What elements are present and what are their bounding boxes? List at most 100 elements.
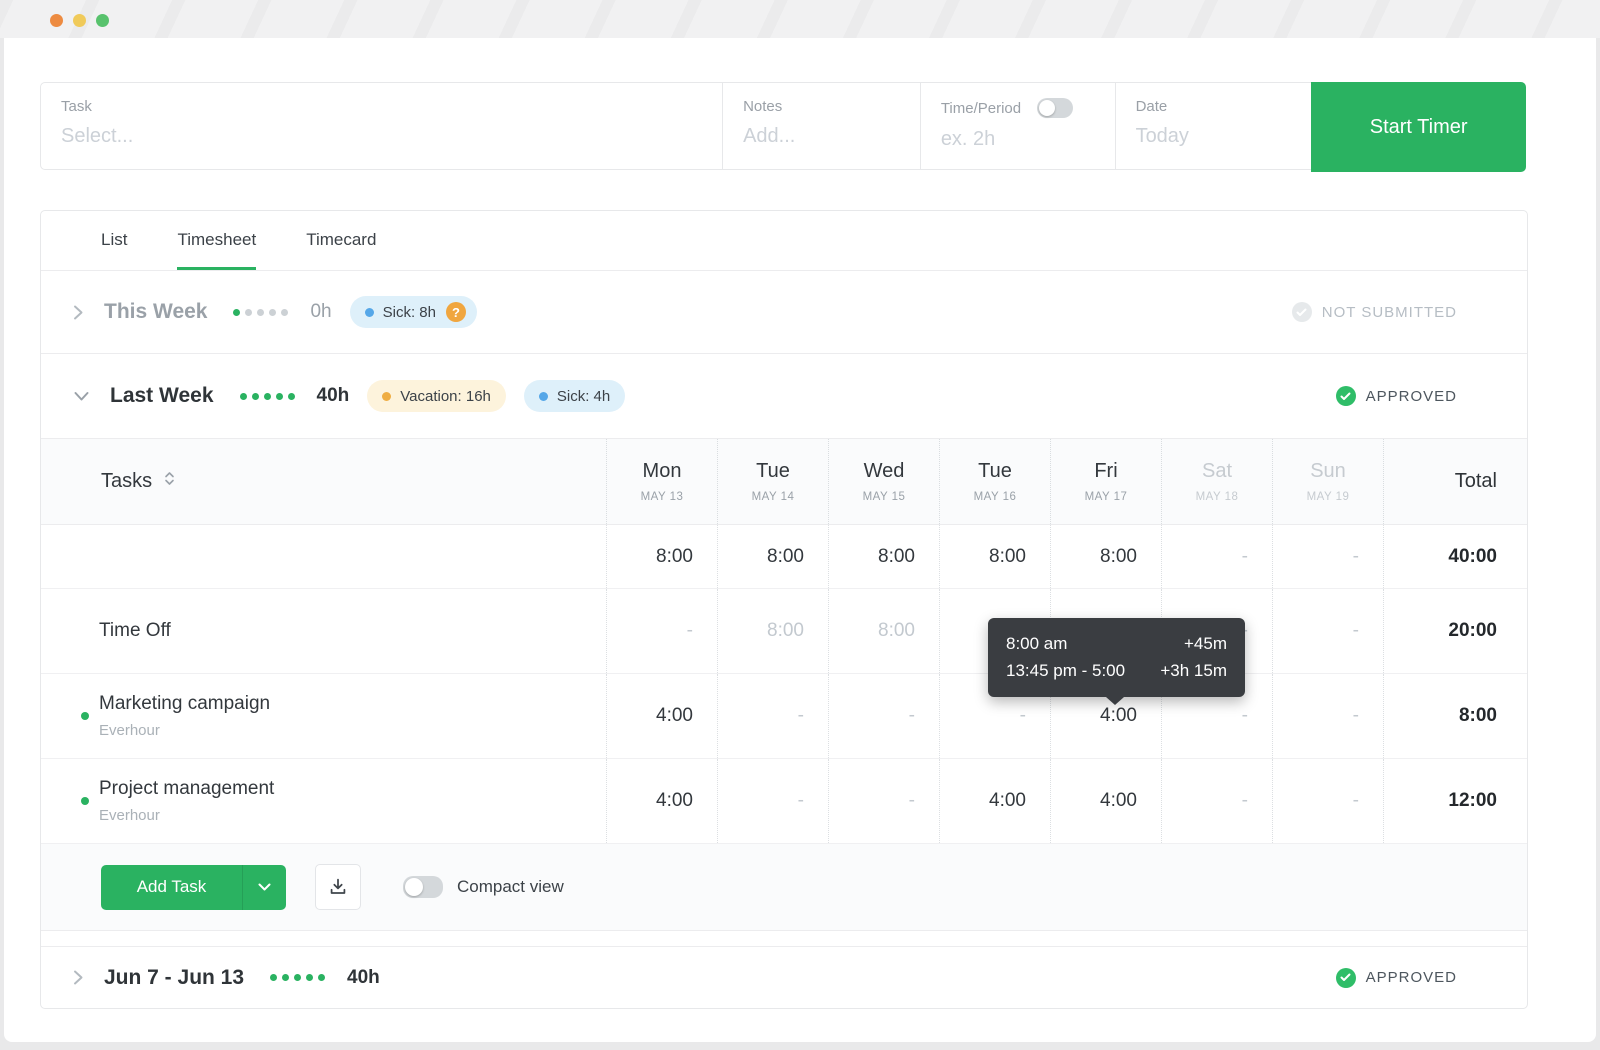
window-minimize-button[interactable] — [73, 14, 86, 27]
sick-badge-label: Sick: 8h — [383, 304, 436, 321]
compact-view-toggle[interactable] — [403, 876, 443, 898]
orange-dot-icon — [382, 392, 391, 401]
task-name[interactable]: Marketing campaign — [99, 693, 270, 715]
time-cell[interactable]: 4:00 — [606, 759, 717, 843]
time-cell[interactable]: - — [828, 759, 939, 843]
tooltip-time-range: 13:45 pm - 5:00 — [1006, 657, 1125, 684]
chevron-down-icon[interactable] — [73, 391, 90, 402]
day-name: Tue — [756, 460, 790, 483]
day-dot — [318, 974, 325, 981]
day-dot — [281, 309, 288, 316]
status-label: NOT SUBMITTED — [1322, 304, 1457, 321]
day-dot — [276, 393, 283, 400]
time-period-toggle[interactable] — [1037, 98, 1073, 118]
timesheet-table-header: Tasks Mon MAY 13 Tue MAY 14 Wed MAY 15 — [41, 439, 1527, 525]
time-cell[interactable]: - — [1272, 674, 1383, 758]
total-cell: 8:00 — [1383, 674, 1527, 758]
time-cell[interactable]: 4:00 — [1050, 759, 1161, 843]
task-select-input[interactable]: Select... — [61, 125, 722, 148]
vacation-badge[interactable]: Vacation: 16h — [367, 380, 506, 412]
day-dot — [257, 309, 264, 316]
time-cell: 8:00 — [939, 525, 1050, 588]
desktop-background: Task Select... Notes Add... Time/Period … — [0, 0, 1600, 1050]
add-task-dropdown-button[interactable] — [242, 865, 286, 910]
day-column-header: Sun MAY 19 — [1272, 439, 1383, 524]
tab-timecard[interactable]: Timecard — [306, 211, 376, 270]
day-name: Fri — [1094, 460, 1117, 483]
titlebar-texture — [0, 0, 1600, 38]
time-cell[interactable]: - — [717, 759, 828, 843]
time-period-field[interactable]: Time/Period ex. 2h — [920, 83, 1115, 169]
date-field[interactable]: Date Today — [1115, 83, 1312, 169]
task-name[interactable]: Project management — [99, 778, 274, 800]
tab-list[interactable]: List — [101, 211, 127, 270]
chevron-right-icon[interactable] — [73, 969, 84, 986]
total-cell: 12:00 — [1383, 759, 1527, 843]
time-cell[interactable]: - — [1161, 759, 1272, 843]
add-task-button[interactable]: Add Task — [101, 865, 242, 910]
window-zoom-button[interactable] — [96, 14, 109, 27]
tab-timesheet[interactable]: Timesheet — [177, 211, 256, 270]
check-circle-icon — [1292, 302, 1312, 322]
day-dot — [294, 974, 301, 981]
day-dot — [264, 393, 271, 400]
time-cell: 8:00 — [606, 525, 717, 588]
view-tabs: List Timesheet Timecard — [41, 211, 1527, 271]
project-dot-icon — [81, 712, 89, 720]
day-date: MAY 19 — [1307, 491, 1350, 503]
time-cell[interactable]: 8:00 — [828, 589, 939, 673]
task-cell[interactable]: Marketing campaign Everhour — [41, 674, 606, 758]
timesheet-card: List Timesheet Timecard This Week 0h Sic… — [40, 210, 1528, 1009]
add-task-split-button[interactable]: Add Task — [101, 865, 286, 910]
notes-input[interactable]: Add... — [743, 125, 920, 148]
day-name: Wed — [864, 460, 905, 483]
check-circle-icon — [1336, 386, 1356, 406]
time-cell[interactable]: - — [828, 674, 939, 758]
week-row-this-week[interactable]: This Week 0h Sick: 8h ? NOT SUBMITTED — [41, 271, 1527, 354]
time-cell: 8:00 — [717, 525, 828, 588]
week-title: Jun 7 - Jun 13 — [104, 966, 244, 990]
row-spacer — [41, 931, 1527, 946]
day-date: MAY 16 — [974, 491, 1017, 503]
window-close-button[interactable] — [50, 14, 63, 27]
status-label: APPROVED — [1366, 969, 1457, 986]
time-cell[interactable]: - — [1272, 589, 1383, 673]
blue-dot-icon — [365, 308, 374, 317]
week-status: APPROVED — [1336, 386, 1457, 406]
day-dot — [233, 309, 240, 316]
total-cell: 20:00 — [1383, 589, 1527, 673]
status-label: APPROVED — [1366, 388, 1457, 405]
notes-field[interactable]: Notes Add... — [722, 83, 920, 169]
sick-badge[interactable]: Sick: 4h — [524, 380, 625, 412]
week-hours: 40h — [317, 385, 350, 407]
time-cell[interactable]: - — [717, 674, 828, 758]
time-period-input[interactable]: ex. 2h — [941, 128, 1115, 151]
sort-icon[interactable] — [164, 470, 175, 493]
compact-view-label: Compact view — [457, 877, 564, 897]
time-cell[interactable]: - — [606, 589, 717, 673]
app-window: Task Select... Notes Add... Time/Period … — [4, 38, 1596, 1042]
task-field[interactable]: Task Select... — [41, 83, 722, 169]
date-input[interactable]: Today — [1136, 125, 1312, 148]
chevron-right-icon[interactable] — [73, 304, 84, 321]
time-cell[interactable]: 4:00 — [939, 759, 1050, 843]
week-row-last-week[interactable]: Last Week 40h Vacation: 16h Sick: 4h — [41, 354, 1527, 439]
day-name: Sat — [1202, 460, 1232, 483]
tasks-header-label: Tasks — [101, 470, 152, 493]
time-cell[interactable]: 8:00 — [717, 589, 828, 673]
time-cell[interactable]: 4:00 — [606, 674, 717, 758]
time-cell: 8:00 — [828, 525, 939, 588]
week-status: APPROVED — [1336, 968, 1457, 988]
day-dot — [282, 974, 289, 981]
sick-badge[interactable]: Sick: 8h ? — [350, 296, 477, 328]
project-dot-icon — [81, 797, 89, 805]
project-name: Everhour — [99, 807, 274, 824]
time-cell[interactable]: - — [1272, 759, 1383, 843]
tooltip-start-time: 8:00 am — [1006, 630, 1067, 657]
question-icon[interactable]: ? — [446, 302, 466, 322]
export-download-button[interactable] — [315, 864, 361, 910]
start-timer-button[interactable]: Start Timer — [1311, 82, 1526, 172]
day-column-header: Tue MAY 14 — [717, 439, 828, 524]
task-cell[interactable]: Project management Everhour — [41, 759, 606, 843]
week-row-jun-7-13[interactable]: Jun 7 - Jun 13 40h APPROVED — [41, 946, 1527, 1008]
